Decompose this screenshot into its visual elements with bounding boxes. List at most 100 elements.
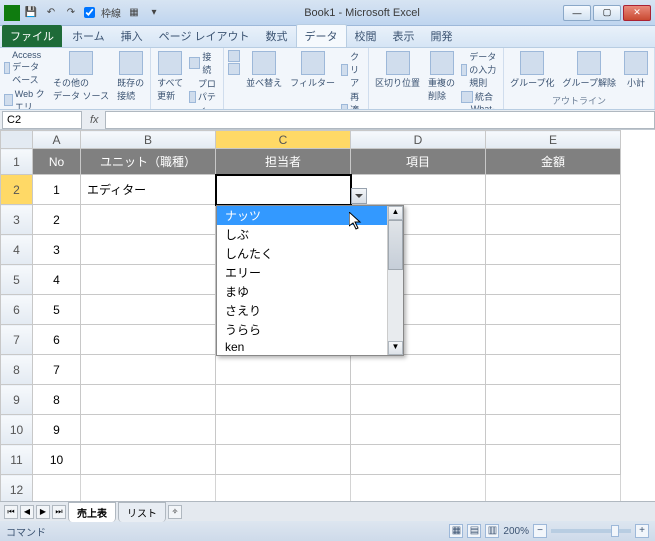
group-button[interactable]: グループ化 [508,50,556,90]
dropdown-scrollbar[interactable]: ▲ ▼ [387,206,403,355]
zoom-out-button[interactable]: − [533,524,547,538]
sort-button[interactable]: 並べ替え [244,50,284,90]
tab-view[interactable]: 表示 [385,25,423,47]
tab-insert[interactable]: 挿入 [113,25,151,47]
filter-button[interactable]: フィルター [288,50,337,90]
data-validation-button[interactable]: データの入力規則 [461,50,499,89]
cell-e9[interactable] [486,385,621,415]
maximize-button[interactable]: ▢ [593,5,621,21]
sheet-nav-next-icon[interactable]: ▶ [36,505,50,519]
cell-b5[interactable] [81,265,216,295]
cell-a3[interactable]: 2 [33,205,81,235]
row-header-5[interactable]: 5 [1,265,33,295]
qat-dropdown-icon[interactable]: ▾ [147,6,161,20]
row-header-4[interactable]: 4 [1,235,33,265]
tab-developer[interactable]: 開発 [423,25,461,47]
tab-pagelayout[interactable]: ページ レイアウト [151,25,258,47]
view-pagebreak-icon[interactable]: ▥ [485,524,499,538]
consolidate-button[interactable]: 統合 [461,90,499,103]
undo-icon[interactable]: ↶ [44,6,58,20]
row-header-7[interactable]: 7 [1,325,33,355]
cell-d10[interactable] [351,415,486,445]
select-all-corner[interactable] [1,131,33,149]
cell-b2[interactable]: エディター [81,175,216,205]
scroll-down-icon[interactable]: ▼ [388,341,403,355]
header-unit[interactable]: ユニット（職種） [81,149,216,175]
new-sheet-icon[interactable]: ✧ [168,505,182,519]
cell-b10[interactable] [81,415,216,445]
row-header-3[interactable]: 3 [1,205,33,235]
sheet-nav-prev-icon[interactable]: ◀ [20,505,34,519]
cell-c9[interactable] [216,385,351,415]
cell-d12[interactable] [351,475,486,502]
col-header-c[interactable]: C [216,131,351,149]
existing-connections-button[interactable]: 既存の 接続 [115,50,146,103]
cell-a11[interactable]: 10 [33,445,81,475]
cell-d2[interactable] [351,175,486,205]
tab-home[interactable]: ホーム [64,25,113,47]
cell-d8[interactable] [351,355,486,385]
row-header-11[interactable]: 11 [1,445,33,475]
cell-b9[interactable] [81,385,216,415]
close-button[interactable]: ✕ [623,5,651,21]
dropdown-option[interactable]: しぶ [217,225,387,244]
sort-desc-button[interactable] [228,63,240,75]
borders-icon[interactable]: ▦ [127,6,141,20]
tab-formulas[interactable]: 数式 [258,25,296,47]
row-header-8[interactable]: 8 [1,355,33,385]
row-header-6[interactable]: 6 [1,295,33,325]
cell-d11[interactable] [351,445,486,475]
header-amount[interactable]: 金額 [486,149,621,175]
cell-b3[interactable] [81,205,216,235]
cell-a6[interactable]: 5 [33,295,81,325]
cell-a12[interactable] [33,475,81,502]
dropdown-option[interactable]: ナッツ [217,206,387,225]
cell-b8[interactable] [81,355,216,385]
reapply-button[interactable]: 再適用 [341,90,364,110]
cell-b4[interactable] [81,235,216,265]
tab-data[interactable]: データ [296,24,347,47]
row-header-9[interactable]: 9 [1,385,33,415]
subtotal-button[interactable]: 小計 [622,50,650,90]
tab-file[interactable]: ファイル [2,25,62,47]
from-web-button[interactable]: Web クエリ [4,87,47,110]
row-header-10[interactable]: 10 [1,415,33,445]
scroll-thumb[interactable] [388,220,403,270]
cell-c11[interactable] [216,445,351,475]
sheet-nav-last-icon[interactable]: ⏭ [52,505,66,519]
view-normal-icon[interactable]: ▦ [449,524,463,538]
from-access-button[interactable]: Access データベース [4,50,47,86]
row-header-1[interactable]: 1 [1,149,33,175]
zoom-in-button[interactable]: + [635,524,649,538]
cell-b11[interactable] [81,445,216,475]
cell-e4[interactable] [486,235,621,265]
minimize-button[interactable]: — [563,5,591,21]
sheet-nav-first-icon[interactable]: ⏮ [4,505,18,519]
cell-b7[interactable] [81,325,216,355]
cell-e6[interactable] [486,295,621,325]
dropdown-option[interactable]: エリー [217,263,387,282]
text-to-columns-button[interactable]: 区切り位置 [373,50,422,90]
col-header-b[interactable]: B [81,131,216,149]
cell-c12[interactable] [216,475,351,502]
tab-review[interactable]: 校閲 [347,25,385,47]
cell-a10[interactable]: 9 [33,415,81,445]
save-icon[interactable]: 💾 [24,6,38,20]
row-header-2[interactable]: 2 [1,175,33,205]
row-header-12[interactable]: 12 [1,475,33,502]
connections-button[interactable]: 接続 [189,50,219,76]
col-header-a[interactable]: A [33,131,81,149]
cell-c10[interactable] [216,415,351,445]
cell-e10[interactable] [486,415,621,445]
cell-a7[interactable]: 6 [33,325,81,355]
properties-button[interactable]: プロパティ [189,77,219,110]
cell-a5[interactable]: 4 [33,265,81,295]
header-item[interactable]: 項目 [351,149,486,175]
dropdown-option[interactable]: しんたく [217,244,387,263]
sheet-tab[interactable]: 売上表 [68,502,116,522]
cell-a4[interactable]: 3 [33,235,81,265]
clear-filter-button[interactable]: クリア [341,50,364,89]
cell-b6[interactable] [81,295,216,325]
dropdown-option[interactable]: うらら [217,320,387,339]
fx-icon[interactable]: fx [84,114,105,126]
